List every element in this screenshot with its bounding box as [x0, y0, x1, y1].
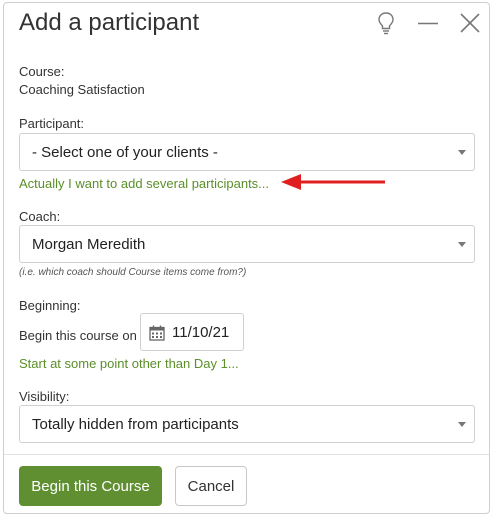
course-name: Coaching Satisfaction: [19, 82, 145, 97]
calendar-icon[interactable]: [149, 325, 165, 346]
add-several-participants-link[interactable]: Actually I want to add several participa…: [19, 176, 269, 191]
chevron-down-icon: [458, 422, 466, 427]
visibility-label: Visibility:: [19, 389, 70, 404]
dialog-title: Add a participant: [19, 9, 200, 36]
chevron-down-icon: [458, 150, 466, 155]
beginning-label: Beginning:: [19, 298, 81, 313]
begin-course-button[interactable]: Begin this Course: [19, 466, 162, 506]
chevron-down-icon: [458, 242, 466, 247]
course-label: Course:: [19, 64, 65, 79]
red-arrow-annotation: [281, 174, 385, 190]
footer-divider: [4, 454, 489, 455]
participant-select-value: - Select one of your clients -: [32, 144, 218, 161]
lightbulb-icon[interactable]: [377, 11, 395, 35]
minimize-icon[interactable]: [418, 22, 438, 25]
coach-label: Coach:: [19, 209, 61, 224]
cancel-button[interactable]: Cancel: [175, 466, 247, 506]
coach-select-value: Morgan Meredith: [32, 236, 146, 253]
participant-label: Participant:: [19, 116, 85, 131]
coach-hint: (i.e. which coach should Course items co…: [19, 267, 247, 278]
visibility-select[interactable]: Totally hidden from participants: [19, 405, 475, 443]
begin-date-input[interactable]: 11/10/21: [140, 313, 244, 351]
participant-select[interactable]: - Select one of your clients -: [19, 133, 475, 171]
coach-select[interactable]: Morgan Meredith: [19, 225, 475, 263]
begin-course-on-text: Begin this course on: [19, 328, 137, 343]
start-other-day-link[interactable]: Start at some point other than Day 1...: [19, 356, 239, 371]
visibility-select-value: Totally hidden from participants: [32, 416, 239, 433]
add-participant-dialog: Add a participant Course: Coaching Satis…: [3, 2, 490, 514]
begin-date-value: 11/10/21: [172, 324, 230, 341]
close-icon[interactable]: [460, 13, 480, 33]
